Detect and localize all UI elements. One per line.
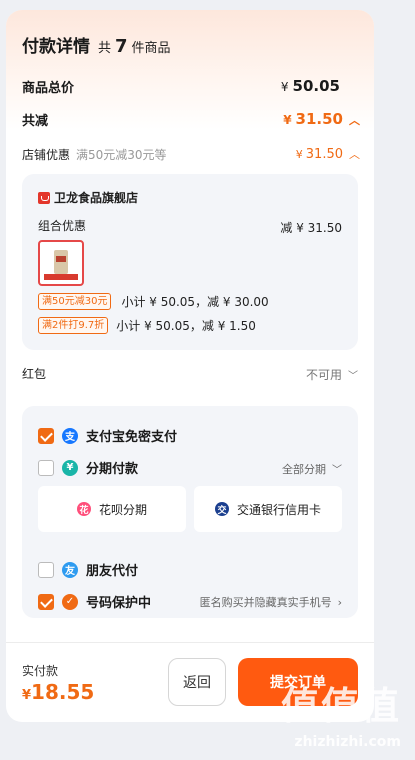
red-packet-label: 红包 <box>22 367 47 381</box>
currency-symbol: ¥ <box>22 688 32 703</box>
red-packet-status: 不可用 <box>305 368 342 382</box>
friend-pay-option[interactable]: 友 朋友代付 <box>38 560 138 579</box>
chevron-up-icon: ︿ <box>349 148 360 161</box>
page-title: 付款详情 <box>22 37 90 57</box>
title-row: 付款详情 共 7 件商品 <box>22 32 171 57</box>
store-discount-row: 店铺优惠 满50元减30元等 <box>22 146 167 163</box>
payment-details-panel: 付款详情 共 7 件商品 商品总价 ¥50.05 共减 ¥31.50 ︿ 店铺优惠… <box>6 10 374 722</box>
currency-symbol: ¥ <box>295 148 303 161</box>
alipay-option[interactable]: 支 支付宝免密支付 <box>38 426 177 445</box>
product-image-band <box>44 274 78 280</box>
bank-card-installment-button[interactable]: 交 交通银行信用卡 <box>194 486 342 532</box>
back-button[interactable]: 返回 <box>168 658 226 706</box>
friend-pay-checkbox[interactable] <box>38 561 54 578</box>
number-privacy-checkbox[interactable] <box>38 593 54 610</box>
total-price-value: 50.05 <box>292 77 340 95</box>
total-reduce-value: 31.50 <box>295 110 343 128</box>
promo-tag: 满50元减30元 <box>38 293 112 310</box>
actual-pay-label: 实付款 <box>22 664 59 678</box>
store-icon <box>38 191 50 204</box>
item-count-suffix: 件商品 <box>131 41 171 56</box>
actual-pay-amount: ¥18.55 <box>22 680 94 704</box>
actual-pay-value: 18.55 <box>31 680 95 704</box>
store-discount-note: 满50元减30元等 <box>76 148 167 162</box>
alipay-checkbox[interactable] <box>38 427 54 444</box>
currency-symbol: ¥ <box>283 113 292 127</box>
installment-selector[interactable]: 全部分期 ﹀ <box>282 461 342 477</box>
friend-pay-icon: 友 <box>62 561 78 578</box>
chevron-down-icon: ﹀ <box>348 371 358 382</box>
product-thumbnail[interactable] <box>38 240 84 286</box>
chevron-down-icon: ﹀ <box>332 465 342 476</box>
installment-option[interactable]: ¥ 分期付款 <box>38 458 138 477</box>
store-discount-toggle[interactable]: ¥31.50 ︿ <box>296 146 360 162</box>
installment-all-label: 全部分期 <box>282 463 326 476</box>
shop-name: 卫龙食品旗舰店 <box>54 191 139 205</box>
chevron-right-icon: › <box>337 596 342 609</box>
total-price: ¥50.05 <box>281 77 340 95</box>
total-reduce-label: 共减 <box>22 114 49 129</box>
total-reduce-toggle[interactable]: ¥31.50 ︿ <box>283 110 360 128</box>
number-privacy-label: 号码保护中 <box>86 596 152 611</box>
currency-symbol: ¥ <box>280 80 289 94</box>
number-privacy-option[interactable]: ✓ 号码保护中 <box>38 592 151 611</box>
payment-methods-card: 支 支付宝免密支付 ¥ 分期付款 全部分期 ﹀ 花 花呗分期 交 交通银行信用卡 … <box>22 406 358 618</box>
bank-card-label: 交通银行信用卡 <box>236 502 321 517</box>
store-discount-value: 31.50 <box>305 147 343 162</box>
item-count-prefix: 共 <box>98 41 112 56</box>
alipay-icon: 支 <box>62 427 78 444</box>
total-price-label: 商品总价 <box>22 81 75 96</box>
promo-detail: 小计 ¥ 50.05，减 ¥ 1.50 <box>116 319 256 333</box>
shop-name-row: 卫龙食品旗舰店 <box>38 189 138 206</box>
chevron-up-icon: ︿ <box>349 114 360 127</box>
alipay-label: 支付宝免密支付 <box>86 430 178 445</box>
installment-icon: ¥ <box>62 459 78 476</box>
footer-divider <box>6 642 374 643</box>
number-privacy-desc: 匿名购买并隐藏真实手机号 <box>199 596 332 609</box>
huabei-label: 花呗分期 <box>98 502 147 517</box>
submit-order-button[interactable]: 提交订单 <box>238 658 358 706</box>
product-image <box>54 250 68 274</box>
store-discount-label: 店铺优惠 <box>22 148 71 162</box>
huabei-icon: 花 <box>76 502 91 516</box>
combo-discount-label: 组合优惠 <box>38 219 87 233</box>
shop-discount-card: 卫龙食品旗舰店 组合优惠 减 ¥ 31.50 满50元减30元 小计 ¥ 50.… <box>22 174 358 350</box>
watermark-url: zhizhizhi.com <box>294 734 401 750</box>
installment-checkbox[interactable] <box>38 459 54 476</box>
huabei-installment-button[interactable]: 花 花呗分期 <box>38 486 186 532</box>
promo-row: 满50元减30元 小计 ¥ 50.05，减 ¥ 30.00 <box>38 293 269 310</box>
bank-icon: 交 <box>214 502 229 516</box>
red-packet-selector[interactable]: 不可用 ﹀ <box>306 366 358 383</box>
combo-discount-value: 减 ¥ 31.50 <box>280 221 342 235</box>
friend-pay-label: 朋友代付 <box>86 564 139 579</box>
promo-detail: 小计 ¥ 50.05，减 ¥ 30.00 <box>121 295 269 309</box>
promo-tag: 满2件打9.7折 <box>38 317 109 334</box>
item-count: 7 <box>115 36 128 57</box>
number-privacy-detail[interactable]: 匿名购买并隐藏真实手机号 › <box>200 594 342 610</box>
installment-label: 分期付款 <box>86 462 139 477</box>
promo-row: 满2件打9.7折 小计 ¥ 50.05，减 ¥ 1.50 <box>38 317 256 334</box>
shield-icon: ✓ <box>62 593 78 610</box>
